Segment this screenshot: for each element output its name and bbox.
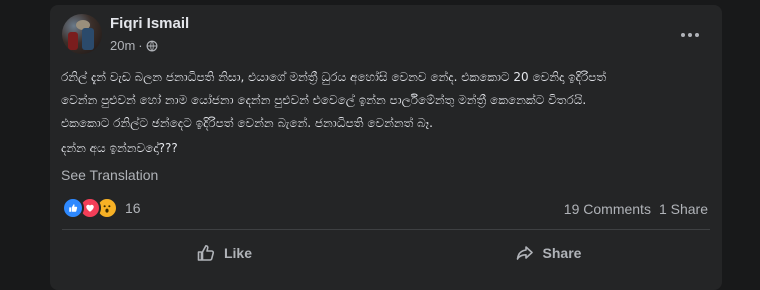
see-translation-link[interactable]: See Translation [61, 167, 158, 183]
share-button[interactable]: Share [386, 234, 710, 272]
like-icon [62, 197, 84, 219]
post-body: රනිල් දැන් වැඩ බලන ජනාධිපති නිසා, එයාගේ … [61, 70, 607, 130]
post-time[interactable]: 20m [110, 38, 135, 53]
dot [681, 33, 685, 37]
like-button[interactable]: Like [62, 234, 386, 272]
post-actions: Like Share [62, 234, 710, 272]
reaction-count: 16 [125, 200, 141, 216]
thumbs-up-icon [197, 245, 215, 261]
meta-separator: · [138, 38, 143, 53]
like-label: Like [223, 245, 252, 261]
divider [62, 229, 710, 230]
post-question: දන්න අය ඉන්නවදෝ??? [61, 141, 178, 155]
dot [695, 33, 699, 37]
share-icon [516, 246, 533, 260]
shares-count-link[interactable]: 1 Share [659, 201, 708, 217]
more-options-button[interactable] [672, 23, 708, 47]
post-card: Fiqri Ismail 20m · රනිල් දැන් වැඩ බලන ජන… [50, 5, 722, 290]
post-stats: 19 Comments 1 Share [564, 201, 708, 217]
comments-count-link[interactable]: 19 Comments [564, 201, 651, 217]
share-label: Share [542, 245, 582, 261]
globe-icon [146, 40, 158, 51]
reactions-summary[interactable]: 16 [62, 197, 141, 219]
author-name[interactable]: Fiqri Ismail [110, 15, 189, 32]
avatar[interactable] [62, 14, 102, 54]
dot [688, 33, 692, 37]
post-meta: 20m · [110, 38, 158, 53]
